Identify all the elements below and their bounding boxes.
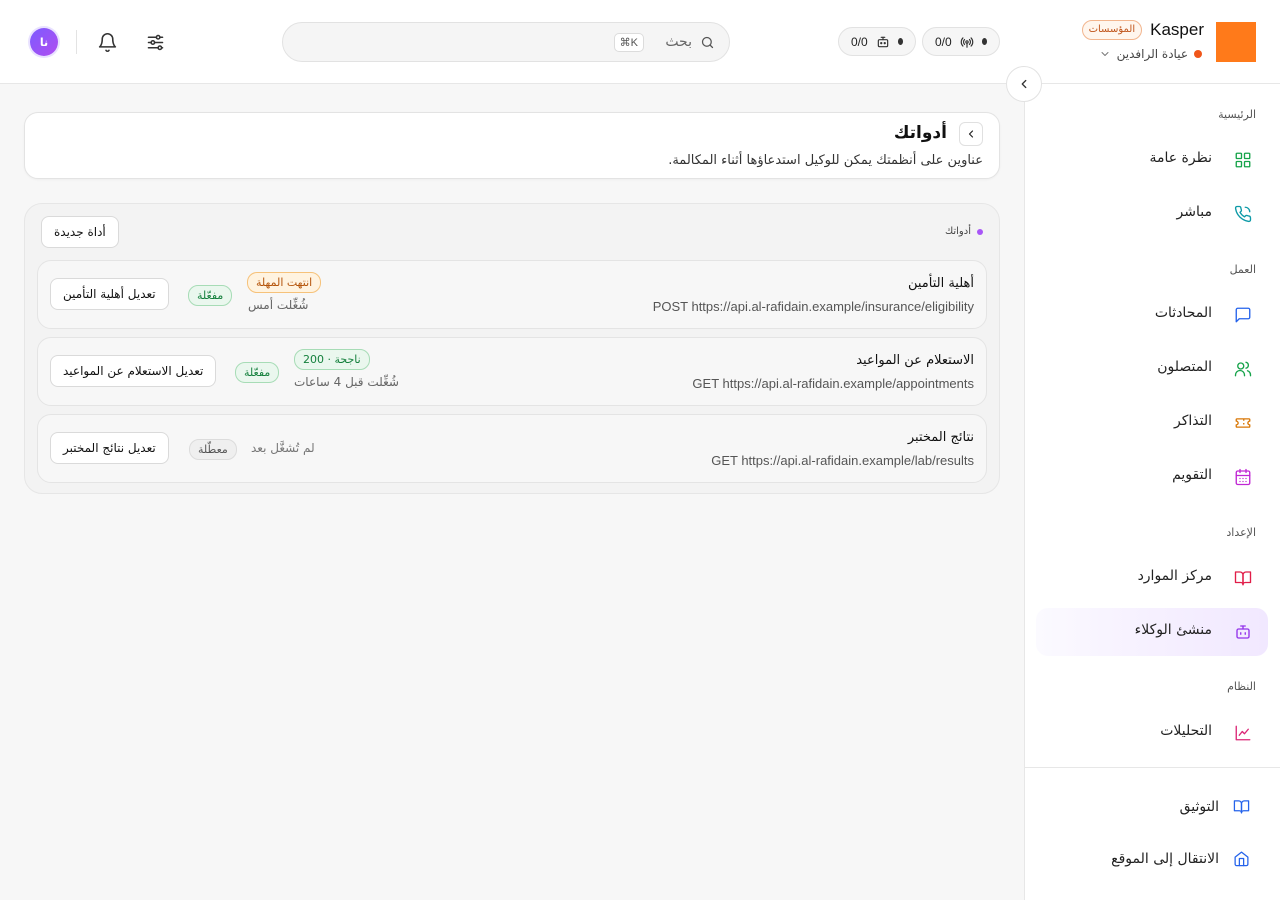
sidebar-item-resource-center[interactable]: مركز الموارد (1036, 554, 1268, 602)
page-title: أدواتك (893, 123, 947, 143)
sliders-icon (145, 32, 166, 53)
search-bar[interactable]: ⌘K (282, 22, 730, 62)
nav-section-setup: الإعداد (1226, 526, 1256, 539)
sidebar-item-label: مباشر (1176, 204, 1212, 220)
last-run: شُغِّلت أمس (248, 298, 309, 312)
sidebar-item-label: التقويم (1172, 467, 1212, 483)
tool-name: أهلية التأمين (907, 276, 974, 291)
docs-link[interactable]: التوثيق (1180, 798, 1250, 815)
sidebar-item-label: التذاكر (1173, 413, 1212, 429)
tier-badge: المؤسسات (1081, 20, 1143, 40)
chevron-left-icon (965, 128, 977, 140)
edit-tool-button[interactable]: تعديل الاستعلام عن المواعيد (50, 355, 217, 387)
chart-icon (1234, 724, 1252, 742)
phone-icon (1234, 205, 1252, 223)
tools-panel: أدواتك أداة جديدة أهلية التأمين POST htt… (24, 203, 1000, 494)
edit-tool-button[interactable]: تعديل نتائج المختبر (50, 432, 169, 464)
collapse-sidebar-button[interactable] (1006, 66, 1042, 102)
last-run: لم تُشغَّل بعد (251, 441, 315, 455)
edit-tool-button[interactable]: تعديل أهلية التأمين (50, 278, 169, 310)
accent-dot (977, 228, 983, 235)
search-icon (700, 35, 715, 50)
state-badge: مفعّلة (188, 285, 233, 306)
bot-icon (1234, 623, 1252, 641)
go-to-site-link[interactable]: الانتقال إلى الموقع (1111, 850, 1250, 867)
notifications-button[interactable] (93, 28, 121, 56)
nav-section-home: الرئيسية (1218, 108, 1256, 121)
tool-row[interactable]: أهلية التأمين POST https://api.al-rafida… (37, 260, 987, 329)
sidebar-item-agent-builder[interactable]: منشئ الوكلاء (1036, 608, 1268, 656)
live-calls-counter[interactable]: 0/0 (922, 27, 1000, 56)
book-open-icon (1233, 798, 1250, 815)
search-shortcut: ⌘K (613, 32, 644, 52)
tool-endpoint: GET https://api.al-rafidain.example/appo… (692, 376, 974, 391)
sidebar-item-overview[interactable]: نظرة عامة (1036, 136, 1268, 184)
brand-name: Kasper (1150, 20, 1204, 39)
counter-value: 0/0 (851, 34, 868, 49)
last-run: شُغِّلت قبل 4 ساعات (294, 375, 399, 389)
chat-icon (1234, 306, 1252, 324)
page-subtitle: عناوين على أنظمتك يمكن للوكيل استدعاؤها … (668, 153, 983, 168)
status-badge: ناجحة · 200 (294, 349, 370, 370)
users-icon (1234, 360, 1252, 378)
tool-endpoint: GET https://api.al-rafidain.example/lab/… (711, 453, 974, 468)
brand: Kasper المؤسسات (1081, 20, 1204, 40)
bot-icon (876, 35, 890, 49)
sidebar-item-label: المتصلون (1157, 359, 1212, 375)
state-badge: معطّلة (189, 439, 237, 460)
tool-name: الاستعلام عن المواعيد (856, 353, 974, 368)
sidebar-item-live[interactable]: مباشر (1036, 190, 1268, 238)
org-status-dot (1194, 50, 1202, 58)
status-dot (897, 38, 903, 45)
filters-button[interactable] (141, 28, 169, 56)
divider (76, 30, 77, 54)
search-input[interactable] (652, 34, 692, 50)
chevron-down-icon (1099, 48, 1111, 60)
go-to-site-label: الانتقال إلى الموقع (1111, 850, 1219, 867)
grid-icon (1234, 151, 1252, 169)
sidebar-item-calendar[interactable]: التقويم (1036, 453, 1268, 501)
bell-icon (97, 32, 118, 53)
status-badge: انتهت المهلة (247, 272, 322, 293)
sidebar-item-analytics[interactable]: التحليلات (1036, 709, 1268, 757)
chevron-left-icon (1017, 77, 1031, 91)
panel-label: أدواتك (945, 226, 983, 237)
nav-section-work: العمل (1229, 263, 1256, 276)
state-badge: مفعّلة (235, 362, 280, 383)
docs-label: التوثيق (1179, 798, 1219, 815)
sidebar-item-conversations[interactable]: المحادثات (1036, 291, 1268, 339)
sidebar-item-label: التحليلات (1160, 723, 1212, 739)
sidebar: الرئيسية نظرة عامة مباشر العمل المحادثات… (1024, 84, 1280, 900)
tool-endpoint: POST https://api.al-rafidain.example/ins… (652, 299, 974, 314)
panel-label-text: أدواتك (944, 226, 971, 237)
org-switcher[interactable]: عيادة الرافدين (1099, 47, 1202, 61)
org-name: عيادة الرافدين (1116, 47, 1188, 61)
tool-row[interactable]: نتائج المختبر GET https://api.al-rafidai… (37, 414, 987, 483)
page-header-card: أدواتك عناوين على أنظمتك يمكن للوكيل است… (24, 112, 1000, 179)
avatar[interactable]: نا (30, 28, 58, 56)
tool-name: نتائج المختبر (907, 430, 974, 445)
sidebar-item-label: مركز الموارد (1137, 568, 1212, 584)
top-bar: Kasper المؤسسات عيادة الرافدين 0/0 0/0 ⌘… (0, 0, 1280, 84)
sidebar-divider (1024, 767, 1280, 768)
sidebar-item-callers[interactable]: المتصلون (1036, 345, 1268, 393)
book-icon (1234, 569, 1252, 587)
sidebar-item-label: المحادثات (1154, 305, 1212, 321)
calendar-icon (1234, 468, 1252, 486)
nav-section-system: النظام (1227, 680, 1256, 693)
ticket-icon (1234, 414, 1252, 432)
counter-value: 0/0 (935, 34, 952, 49)
agents-counter[interactable]: 0/0 (838, 27, 916, 56)
sidebar-item-tickets[interactable]: التذاكر (1036, 399, 1268, 447)
status-dot (981, 38, 987, 45)
sidebar-item-label: نظرة عامة (1149, 150, 1212, 166)
new-tool-button[interactable]: أداة جديدة (41, 216, 119, 248)
brand-logo[interactable] (1216, 22, 1256, 62)
home-icon (1233, 850, 1250, 867)
back-button[interactable] (959, 122, 983, 146)
antenna-icon (960, 35, 974, 49)
sidebar-item-label: منشئ الوكلاء (1134, 622, 1212, 638)
tool-row[interactable]: الاستعلام عن المواعيد GET https://api.al… (37, 337, 987, 406)
